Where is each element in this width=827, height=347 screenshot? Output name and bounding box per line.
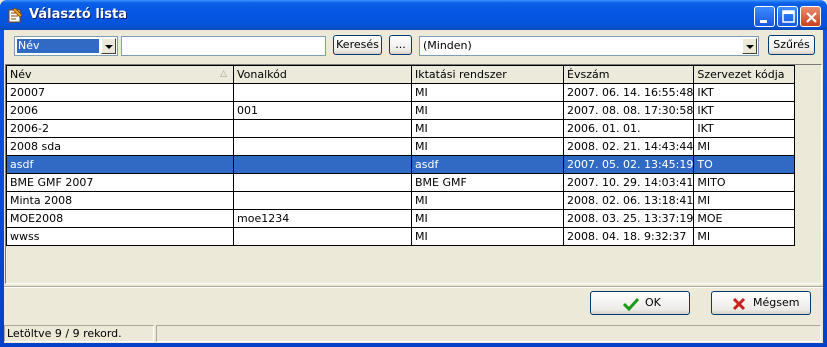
cell-org-code: MOE — [693, 209, 796, 228]
table-row[interactable]: 2006 001 MI 2007. 08. 08. 17:30:58 IKT — [6, 101, 796, 120]
browse-button[interactable]: ... — [389, 35, 412, 55]
column-header-year[interactable]: Évszám — [562, 65, 695, 84]
field-select-value: Név — [17, 39, 99, 53]
table-row[interactable]: wwss MI 2008. 04. 18. 9:32:37 MI — [6, 227, 796, 246]
cell-org-code: MI — [693, 137, 796, 156]
maximize-button[interactable] — [777, 6, 798, 27]
chevron-down-icon[interactable] — [101, 38, 116, 54]
table-row[interactable]: BME GMF 2007 BME GMF 2007. 10. 29. 14:03:4… — [6, 173, 796, 192]
cell-org-code: IKT — [693, 83, 796, 102]
filter-select-value: (Minden) — [423, 39, 472, 52]
cell-barcode — [233, 191, 412, 210]
table-row[interactable]: MOE2008 moe1234 MI 2008. 03. 25. 13:37:19 MO… — [6, 209, 796, 228]
cell-barcode — [233, 119, 412, 138]
cell-year: 2007. 10. 29. 14:03:41 — [562, 173, 695, 192]
cell-org-code: MITO — [693, 173, 796, 192]
ok-button[interactable]: OK — [590, 291, 690, 315]
cell-barcode — [233, 137, 412, 156]
cell-org-code: IKT — [693, 101, 796, 120]
cancel-label: Mégsem — [753, 296, 800, 309]
cell-system: MI — [411, 191, 564, 210]
cell-barcode — [233, 155, 412, 174]
cell-barcode — [233, 227, 412, 246]
cell-name: asdf — [6, 155, 234, 174]
table-row[interactable]: asdf asdf 2007. 05. 02. 13:45:19 TO — [6, 155, 796, 174]
table-header-row: Név △ Vonalkód Iktatási rendszer Évszám S… — [6, 65, 796, 84]
cell-year: 2008. 02. 21. 14:43:44 — [562, 137, 695, 156]
cell-year: 2007. 06. 14. 16:55:48 — [562, 83, 695, 102]
table-row[interactable]: 20007 MI 2007. 06. 14. 16:55:48 IKT — [6, 83, 796, 102]
cell-system: BME GMF — [411, 173, 564, 192]
records-table: Név △ Vonalkód Iktatási rendszer Évszám S… — [6, 65, 796, 246]
field-select[interactable]: Név — [14, 36, 118, 56]
cell-system: MI — [411, 83, 564, 102]
cell-name: 2006 — [6, 101, 234, 120]
table-row[interactable]: Minta 2008 MI 2008. 02. 06. 13:18:41 MI — [6, 191, 796, 210]
cell-name: wwss — [6, 227, 234, 246]
column-header-system[interactable]: Iktatási rendszer — [411, 65, 564, 84]
cell-year: 2008. 04. 18. 9:32:37 — [562, 227, 695, 246]
cell-barcode — [233, 83, 412, 102]
cell-org-code: MI — [693, 191, 796, 210]
cell-year: 2008. 02. 06. 13:18:41 — [562, 191, 695, 210]
status-pane-2 — [156, 325, 821, 342]
cell-system: MI — [411, 101, 564, 120]
search-input[interactable] — [121, 36, 326, 56]
cell-system: MI — [411, 137, 564, 156]
close-button[interactable] — [800, 6, 821, 27]
table-row[interactable]: 2006-2 MI 2006. 01. 01. IKT — [6, 119, 796, 138]
cell-org-code: IKT — [693, 119, 796, 138]
cell-system: MI — [411, 227, 564, 246]
sort-ascending-icon: △ — [220, 69, 227, 79]
cell-name: 20007 — [6, 83, 234, 102]
search-button[interactable]: Keresés — [333, 35, 382, 55]
cell-year: 2008. 03. 25. 13:37:19 — [562, 209, 695, 228]
cell-system: MI — [411, 209, 564, 228]
cell-system: asdf — [411, 155, 564, 174]
chevron-down-icon[interactable] — [742, 38, 757, 54]
dialog-body: Név Keresés ... (Minden) Szűrés Név △ Von… — [4, 30, 823, 343]
cell-name: Minta 2008 — [6, 191, 234, 210]
minimize-button[interactable] — [754, 6, 775, 27]
cell-barcode — [233, 173, 412, 192]
cell-barcode: 001 — [233, 101, 412, 120]
app-icon — [7, 7, 23, 23]
column-header-barcode[interactable]: Vonalkód — [233, 65, 412, 84]
filter-button[interactable]: Szűrés — [768, 35, 815, 55]
status-record-count: Letöltve 9 / 9 rekord. — [4, 325, 154, 342]
divider — [4, 286, 823, 288]
filter-select[interactable]: (Minden) — [419, 36, 759, 56]
x-icon — [732, 297, 746, 311]
dialog-window: Választó lista Név Keresés ... (Minden) … — [0, 0, 827, 347]
cell-name: 2008 sda — [6, 137, 234, 156]
cell-name: MOE2008 — [6, 209, 234, 228]
cell-year: 2006. 01. 01. — [562, 119, 695, 138]
cell-name: 2006-2 — [6, 119, 234, 138]
ok-label: OK — [645, 296, 661, 309]
cell-year: 2007. 08. 08. 17:30:58 — [562, 101, 695, 120]
records-grid: Név △ Vonalkód Iktatási rendszer Évszám S… — [5, 64, 822, 284]
checkmark-icon — [623, 297, 639, 311]
cell-org-code: TO — [693, 155, 796, 174]
cell-org-code: MI — [693, 227, 796, 246]
window-title: Választó lista — [29, 7, 127, 22]
cell-year: 2007. 05. 02. 13:45:19 — [562, 155, 695, 174]
status-bar: Letöltve 9 / 9 rekord. — [4, 324, 823, 343]
cell-system: MI — [411, 119, 564, 138]
cell-barcode: moe1234 — [233, 209, 412, 228]
title-bar[interactable]: Választó lista — [0, 0, 827, 30]
column-header-name[interactable]: Név △ — [6, 65, 234, 84]
cancel-button[interactable]: Mégsem — [711, 291, 811, 315]
cell-name: BME GMF 2007 — [6, 173, 234, 192]
column-header-org-code[interactable]: Szervezet kódja — [693, 65, 796, 84]
table-row[interactable]: 2008 sda MI 2008. 02. 21. 14:43:44 MI — [6, 137, 796, 156]
